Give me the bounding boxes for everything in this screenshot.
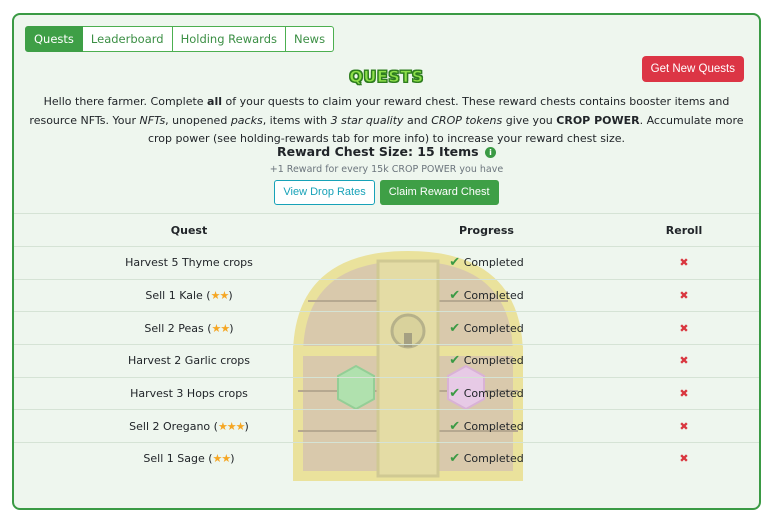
close-icon[interactable]: ✖: [679, 354, 688, 367]
reward-chest-size-label: Reward Chest Size: 15 Items: [277, 144, 479, 159]
reroll-cell: ✖: [609, 387, 759, 400]
quest-suffix: ): [230, 452, 235, 466]
progress-label: Completed: [463, 256, 524, 270]
close-icon[interactable]: ✖: [679, 322, 688, 335]
close-icon[interactable]: ✖: [679, 387, 688, 400]
check-icon: ✔: [449, 418, 461, 434]
progress-label: Completed: [463, 354, 524, 368]
table-row: Harvest 5 Thyme crops ✔ Completed ✖: [14, 246, 759, 279]
table-row: Harvest 3 Hops crops ✔ Completed ✖: [14, 376, 759, 410]
reroll-cell: ✖: [609, 354, 759, 367]
quest-progress: ✔ Completed: [364, 353, 609, 368]
quest-name: Harvest 5 Thyme crops: [14, 256, 364, 269]
close-icon[interactable]: ✖: [679, 420, 688, 433]
reroll-cell: ✖: [609, 420, 759, 433]
quest-label: Harvest 5 Thyme crops: [125, 256, 253, 270]
reward-chest-size: Reward Chest Size: 15 Items i: [14, 144, 759, 159]
quest-label: Sell 2 Oregano (: [129, 419, 218, 433]
quest-label: Harvest 2 Garlic crops: [127, 354, 251, 368]
quest-name: Harvest 3 Hops crops: [14, 387, 364, 400]
star-icon: ★★★: [217, 419, 246, 433]
intro-part: give you: [502, 113, 557, 127]
quest-progress: ✔ Completed: [364, 386, 609, 401]
header-progress: Progress: [459, 223, 514, 237]
reward-chest-note: +1 Reward for every 15k CROP POWER you h…: [269, 164, 504, 175]
quest-label: Sell 1 Sage (: [143, 452, 213, 466]
table-row: Sell 2 Oregano (★★★) ✔ Completed ✖: [14, 409, 759, 442]
quest-label: Sell 1 Kale (: [145, 289, 211, 303]
quest-suffix: ): [244, 419, 249, 433]
quest-name: Sell 1 Sage (★★): [14, 452, 364, 465]
progress-label: Completed: [463, 321, 524, 335]
intro-part: , unopened: [165, 113, 231, 127]
table-row: Sell 1 Kale (★★) ✔ Completed ✖: [14, 278, 759, 312]
quest-progress: ✔ Completed: [364, 255, 609, 270]
claim-reward-chest-button[interactable]: Claim Reward Chest: [379, 180, 499, 205]
close-icon[interactable]: ✖: [679, 452, 688, 465]
progress-label: Completed: [463, 419, 524, 433]
tab-leaderboard[interactable]: Leaderboard: [82, 26, 173, 52]
check-icon: ✔: [449, 288, 461, 304]
check-icon: ✔: [449, 386, 461, 402]
intro-italic-nfts: NFTs: [139, 113, 166, 127]
intro-bold-all: all: [207, 95, 223, 108]
tab-bar: Quests Leaderboard Holding Rewards News: [25, 26, 335, 52]
quest-label: Sell 2 Peas (: [144, 321, 212, 335]
progress-label: Completed: [463, 387, 524, 401]
table-row: Harvest 2 Garlic crops ✔ Completed ✖: [14, 344, 759, 377]
intro-part: and: [403, 113, 432, 127]
intro-italic-packs: packs: [230, 113, 263, 127]
quest-label: Harvest 3 Hops crops: [130, 387, 248, 401]
reroll-cell: ✖: [609, 289, 759, 302]
header-reroll: Reroll: [665, 223, 703, 237]
tab-news[interactable]: News: [286, 26, 335, 52]
star-icon: ★★: [210, 289, 230, 303]
quest-progress: ✔ Completed: [364, 419, 609, 434]
page-title: QUESTS: [349, 67, 424, 87]
chest-actions: View Drop Rates Claim Reward Chest: [14, 180, 759, 205]
intro-bold-crop-power: CROP POWER: [556, 113, 640, 127]
table-row: Sell 2 Peas (★★) ✔ Completed ✖: [14, 311, 759, 344]
quest-name: Sell 2 Peas (★★): [14, 322, 364, 335]
info-icon[interactable]: i: [484, 147, 496, 158]
tab-holding-rewards[interactable]: Holding Rewards: [172, 26, 286, 52]
quest-name: Harvest 2 Garlic crops: [14, 354, 364, 367]
intro-italic-star-quality: 3 star quality: [330, 113, 404, 127]
check-icon: ✔: [449, 255, 461, 271]
quest-table: Quest Progress Reroll Harvest 5 Thyme cr…: [14, 213, 759, 475]
reroll-cell: ✖: [609, 452, 759, 465]
star-icon: ★★: [212, 452, 232, 466]
progress-label: Completed: [463, 289, 524, 303]
quest-suffix: ): [228, 289, 233, 303]
quest-suffix: ): [229, 321, 234, 335]
check-icon: ✔: [449, 451, 461, 467]
intro-part: Hello there farmer. Complete: [43, 95, 208, 108]
table-header: Quest Progress Reroll: [14, 213, 759, 246]
quest-progress: ✔ Completed: [364, 288, 609, 303]
close-icon[interactable]: ✖: [679, 256, 688, 269]
star-icon: ★★: [211, 321, 231, 335]
quest-progress: ✔ Completed: [364, 451, 609, 466]
reroll-cell: ✖: [609, 322, 759, 335]
header-quest: Quest: [170, 223, 208, 237]
check-icon: ✔: [449, 353, 461, 369]
quest-name: Sell 2 Oregano (★★★): [14, 420, 364, 433]
progress-label: Completed: [463, 452, 524, 466]
check-icon: ✔: [449, 320, 461, 336]
reroll-cell: ✖: [609, 256, 759, 269]
quest-name: Sell 1 Kale (★★): [14, 289, 364, 302]
intro-part: , items with: [262, 113, 331, 127]
view-drop-rates-button[interactable]: View Drop Rates: [274, 180, 375, 205]
intro-italic-crop-tokens: CROP tokens: [431, 113, 503, 127]
close-icon[interactable]: ✖: [679, 289, 688, 302]
intro-text: Hello there farmer. Complete all of your…: [24, 93, 749, 149]
quests-panel: Quests Leaderboard Holding Rewards News …: [12, 13, 761, 510]
tab-quests[interactable]: Quests: [25, 26, 83, 52]
table-row: Sell 1 Sage (★★) ✔ Completed ✖: [14, 442, 759, 475]
quest-progress: ✔ Completed: [364, 321, 609, 336]
